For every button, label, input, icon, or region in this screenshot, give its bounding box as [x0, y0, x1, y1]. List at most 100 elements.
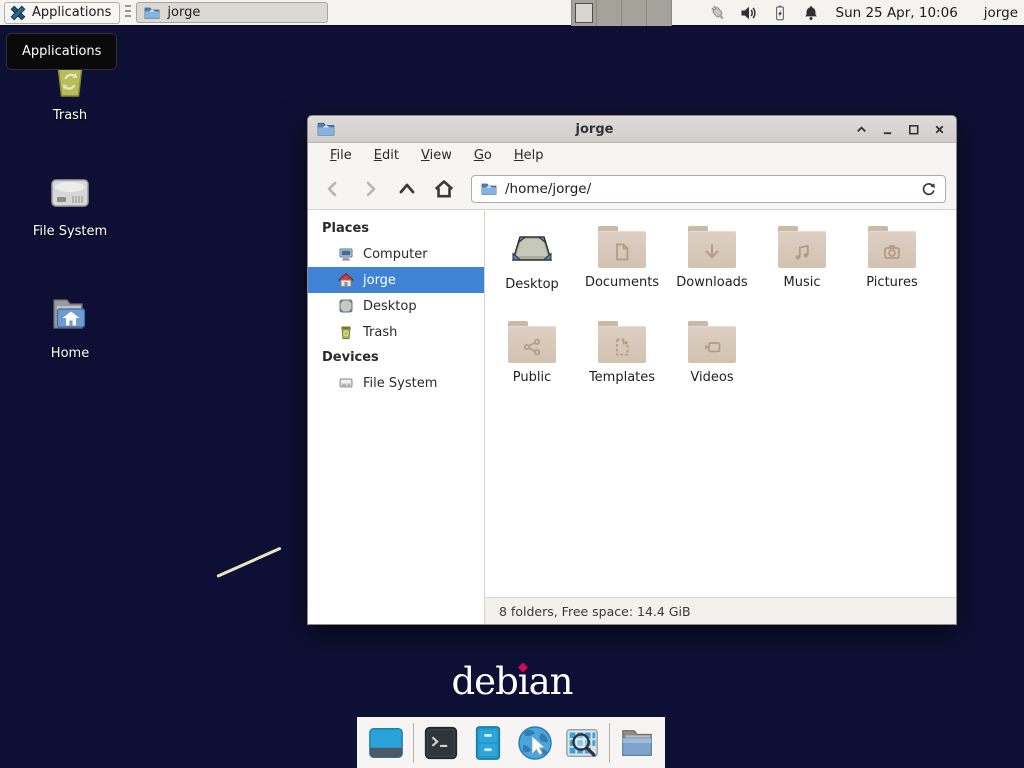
sidebar-item-file-system[interactable]: File System	[308, 370, 484, 396]
dock-panel	[357, 717, 665, 768]
sidebar-item-desktop[interactable]: Desktop	[308, 293, 484, 319]
directory-menu-folder-icon[interactable]	[617, 723, 657, 763]
file-item-desktop[interactable]: Desktop	[487, 224, 577, 292]
sidebar-item-label: File System	[363, 376, 437, 391]
folder-icon	[144, 5, 160, 21]
sidebar-item-jorge[interactable]: jorge	[308, 267, 484, 293]
applications-tooltip: Applications	[6, 33, 117, 70]
folder-icon-public	[508, 319, 556, 365]
drive-icon	[338, 375, 354, 391]
workspace-cell-3[interactable]	[622, 0, 647, 26]
window-titlebar[interactable]: jorge	[308, 116, 956, 143]
file-item-pictures[interactable]: Pictures	[847, 224, 937, 290]
volume-icon[interactable]	[739, 3, 759, 23]
sidebar: Places Computer	[308, 210, 485, 624]
desktop-icon-label: Home	[51, 346, 89, 361]
top-panel: Applications jorge	[0, 0, 1024, 26]
file-label: Public	[513, 370, 551, 385]
reload-icon[interactable]	[920, 181, 936, 197]
folder-icon-videos	[688, 319, 736, 365]
menu-go[interactable]: Go	[464, 145, 502, 166]
desktop-icon	[338, 298, 354, 314]
computer-icon	[338, 246, 354, 262]
notifications-bell-icon[interactable]	[801, 3, 821, 23]
path-input[interactable]: /home/jorge/	[505, 181, 912, 197]
debian-logo-text: deb	[451, 660, 517, 703]
menu-edit[interactable]: Edit	[364, 145, 409, 166]
workspace-switcher[interactable]	[571, 0, 672, 26]
applications-menu-button[interactable]: Applications	[4, 2, 120, 24]
taskbar-window-button[interactable]: jorge	[136, 2, 328, 23]
file-label: Templates	[589, 370, 655, 385]
workspace-cell-2[interactable]	[597, 0, 622, 26]
home-button[interactable]	[429, 174, 459, 204]
desktop-line-artifact	[216, 547, 281, 578]
clock[interactable]: Sun 25 Apr, 10:06	[836, 5, 958, 21]
file-item-templates[interactable]: Templates	[577, 319, 667, 385]
sidebar-item-computer[interactable]: Computer	[308, 241, 484, 267]
window-folder-icon	[317, 120, 335, 138]
toolbar: /home/jorge/	[308, 168, 956, 210]
maximize-button[interactable]	[906, 122, 921, 137]
home-folder-icon	[46, 290, 94, 338]
desktop-icon-label: File System	[33, 224, 107, 239]
workspace-cell-1[interactable]	[572, 0, 597, 26]
dock-separator	[609, 723, 610, 763]
taskbar-window-label: jorge	[167, 5, 200, 20]
dock-separator	[413, 723, 414, 763]
panel-grip[interactable]	[125, 5, 131, 20]
file-view[interactable]: Desktop Documents	[485, 210, 956, 624]
folder-icon-documents	[598, 224, 646, 270]
shade-button[interactable]	[854, 122, 869, 137]
terminal-icon[interactable]	[421, 723, 461, 763]
file-manager-cabinet-icon[interactable]	[468, 723, 508, 763]
show-desktop-icon[interactable]	[366, 723, 406, 763]
back-button[interactable]	[318, 174, 348, 204]
window-title: jorge	[343, 122, 846, 137]
folder-icon-templates	[598, 319, 646, 365]
file-item-downloads[interactable]: Downloads	[667, 224, 757, 290]
battery-icon[interactable]	[770, 3, 790, 23]
sidebar-item-label: jorge	[363, 273, 396, 288]
minimize-button[interactable]	[880, 122, 895, 137]
file-item-videos[interactable]: Videos	[667, 319, 757, 385]
window-controls	[854, 122, 947, 137]
desktop[interactable]: Applications jorge	[0, 0, 1024, 768]
up-button[interactable]	[392, 174, 422, 204]
file-label: Desktop	[505, 277, 559, 292]
sidebar-header-devices: Devices	[308, 345, 484, 370]
desktop-icon-label: Trash	[53, 108, 87, 123]
file-item-music[interactable]: Music	[757, 224, 847, 290]
close-button[interactable]	[932, 122, 947, 137]
desktop-special-icon	[508, 224, 556, 272]
statusbar: 8 folders, Free space: 14.4 GiB	[485, 597, 956, 624]
network-icon[interactable]	[708, 3, 728, 23]
file-label: Pictures	[866, 275, 917, 290]
web-browser-globe-icon[interactable]	[515, 723, 555, 763]
menu-file[interactable]: File	[320, 145, 362, 166]
sidebar-item-label: Computer	[363, 247, 428, 262]
file-manager-window: jorge File Edit View Go Help	[307, 115, 957, 625]
forward-button[interactable]	[355, 174, 385, 204]
desktop-icon-file-system[interactable]: File System	[22, 168, 118, 239]
path-bar[interactable]: /home/jorge/	[471, 175, 946, 203]
menu-view[interactable]: View	[411, 145, 462, 166]
xfce-logo-icon	[9, 4, 27, 22]
menubar: File Edit View Go Help	[308, 143, 956, 168]
workspace-cell-4[interactable]	[647, 0, 672, 26]
file-item-documents[interactable]: Documents	[577, 224, 667, 290]
debian-logo: debıan	[0, 660, 1024, 703]
drive-icon	[46, 168, 94, 216]
folder-icon-downloads	[688, 224, 736, 270]
sidebar-item-trash[interactable]: Trash	[308, 319, 484, 345]
file-item-public[interactable]: Public	[487, 319, 577, 385]
home-icon	[338, 272, 354, 288]
sidebar-item-label: Desktop	[363, 299, 417, 314]
folder-icon-pictures	[868, 224, 916, 270]
menu-help[interactable]: Help	[504, 145, 554, 166]
desktop-icon-home[interactable]: Home	[22, 290, 118, 361]
user-menu[interactable]: jorge	[984, 5, 1018, 21]
path-folder-icon	[481, 181, 497, 197]
application-finder-icon[interactable]	[562, 723, 602, 763]
trash-icon	[338, 324, 354, 340]
